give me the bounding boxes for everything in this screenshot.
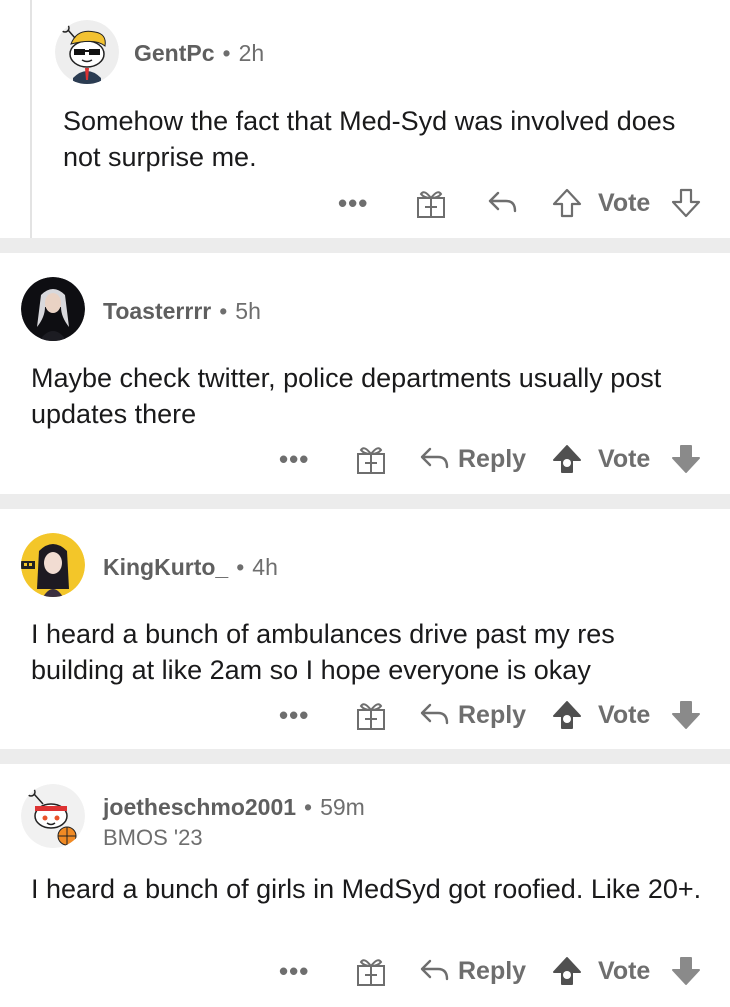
username[interactable]: GentPc xyxy=(134,40,215,66)
meta-separator: • xyxy=(304,794,313,820)
award-button[interactable] xyxy=(416,183,446,223)
meta-separator: • xyxy=(219,298,228,324)
upvote-button[interactable] xyxy=(551,695,583,735)
avatar[interactable] xyxy=(21,784,85,848)
vote-count: Vote xyxy=(598,188,651,217)
comment-body: Maybe check twitter, police departments … xyxy=(31,363,662,429)
gift-icon xyxy=(357,447,385,474)
timestamp: 4h xyxy=(252,554,278,580)
timestamp: 5h xyxy=(235,298,261,324)
avatar[interactable] xyxy=(55,20,119,84)
comment-feed: GentPc • 2h Somehow the fact that Med-Syd … xyxy=(0,0,730,1007)
username[interactable]: KingKurto_ xyxy=(103,554,228,580)
timestamp: 2h xyxy=(238,40,265,66)
vote-count: Vote xyxy=(598,956,651,985)
snoo-sunglasses-avatar-icon xyxy=(55,20,119,84)
comment-meta: Toasterrrr • 5h xyxy=(103,298,261,325)
upvote-arrow-icon xyxy=(552,188,582,218)
avatar[interactable] xyxy=(21,277,85,341)
comment-actions: ••• Vote xyxy=(0,183,730,223)
snoo-basketball-avatar-icon xyxy=(21,784,85,848)
downvote-arrow-icon xyxy=(672,701,700,729)
comment-actions: ••• Reply Vote xyxy=(0,439,730,479)
user-flair: BMOS '23 xyxy=(103,825,203,850)
gift-icon xyxy=(357,959,385,986)
comment: joetheschmo2001 • 59m BMOS '23 I heard a b… xyxy=(0,764,730,1007)
comment-actions: ••• Reply Vote xyxy=(0,695,730,735)
meta-separator: • xyxy=(222,40,231,66)
upvote-arrow-icon xyxy=(553,957,581,985)
downvote-button[interactable] xyxy=(670,439,702,479)
meta-separator: • xyxy=(236,554,245,580)
reply-arrow-icon xyxy=(420,703,449,725)
downvote-arrow-icon xyxy=(672,445,700,473)
downvote-button[interactable] xyxy=(670,183,702,223)
comment-divider xyxy=(0,494,730,509)
downvote-button[interactable] xyxy=(670,951,702,991)
comment: KingKurto_ • 4h I heard a bunch of ambulan… xyxy=(0,509,730,749)
more-options-button[interactable]: ••• xyxy=(279,951,309,991)
reply-button[interactable] xyxy=(488,183,526,223)
upvote-arrow-icon xyxy=(553,701,581,729)
more-options-button[interactable]: ••• xyxy=(338,183,368,223)
reply-arrow-icon xyxy=(420,447,449,469)
avatar[interactable] xyxy=(21,533,85,597)
reply-button[interactable]: Reply xyxy=(420,695,526,735)
downvote-button[interactable] xyxy=(670,695,702,735)
award-button[interactable] xyxy=(356,951,386,991)
vote-count: Vote xyxy=(598,444,651,473)
reply-label: Reply xyxy=(458,444,527,473)
award-button[interactable] xyxy=(356,439,386,479)
upvote-arrow-icon xyxy=(553,445,581,473)
photo-avatar-icon xyxy=(21,277,85,341)
username[interactable]: joetheschmo2001 xyxy=(103,794,296,820)
comment-body: I heard a bunch of ambulances drive past… xyxy=(31,619,615,685)
comment: GentPc • 2h Somehow the fact that Med-Syd … xyxy=(0,0,730,238)
upvote-button[interactable] xyxy=(551,951,583,991)
reply-button[interactable]: Reply xyxy=(420,439,526,479)
comment-meta: joetheschmo2001 • 59m xyxy=(103,794,365,821)
comment-meta: GentPc • 2h xyxy=(134,40,264,67)
gift-icon xyxy=(417,191,445,218)
reply-button[interactable]: Reply xyxy=(420,951,526,991)
anime-avatar-icon xyxy=(21,533,85,597)
vote-count: Vote xyxy=(598,700,651,729)
comment-actions: ••• Reply Vote xyxy=(0,951,730,991)
downvote-arrow-icon xyxy=(671,188,701,218)
comment-meta: KingKurto_ • 4h xyxy=(103,554,278,581)
downvote-arrow-icon xyxy=(672,957,700,985)
reply-arrow-icon xyxy=(488,191,517,213)
upvote-button[interactable] xyxy=(551,183,583,223)
more-options-button[interactable]: ••• xyxy=(279,439,309,479)
username[interactable]: Toasterrrr xyxy=(103,298,211,324)
comment-body: I heard a bunch of girls in MedSyd got r… xyxy=(31,874,702,904)
comment-body: Somehow the fact that Med-Syd was involv… xyxy=(63,106,676,172)
comment-divider xyxy=(0,238,730,253)
gift-icon xyxy=(357,703,385,730)
award-button[interactable] xyxy=(356,695,386,735)
timestamp: 59m xyxy=(320,794,365,820)
comment: Toasterrrr • 5h Maybe check twitter, polic… xyxy=(0,253,730,494)
upvote-button[interactable] xyxy=(551,439,583,479)
reply-arrow-icon xyxy=(420,959,449,981)
reply-label: Reply xyxy=(458,700,527,729)
comment-divider xyxy=(0,749,730,764)
reply-label: Reply xyxy=(458,956,527,985)
more-options-button[interactable]: ••• xyxy=(279,695,309,735)
